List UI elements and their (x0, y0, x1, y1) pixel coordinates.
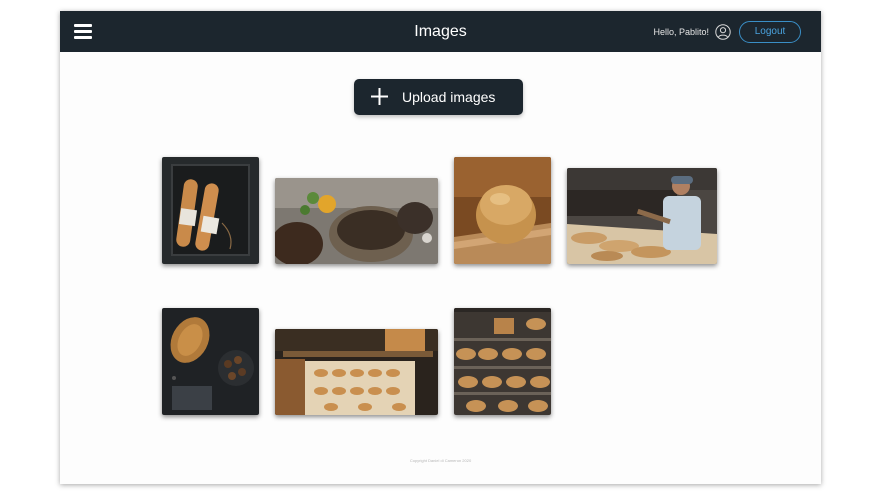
gallery-image-baker[interactable] (567, 168, 717, 264)
plus-icon (371, 88, 388, 105)
upload-images-label: Upload images (402, 89, 496, 105)
upload-images-button[interactable]: Upload images (354, 79, 523, 115)
user-circle-icon[interactable] (715, 24, 731, 40)
gallery-image-bakery-display[interactable] (275, 329, 438, 415)
copyright-footer: Copyright Daniel di Cameron 2020 (409, 458, 472, 463)
gallery-image-sourdough[interactable] (275, 178, 438, 264)
top-navigation-bar: Images Hello, Pablito! Logout (60, 11, 821, 52)
user-greeting: Hello, Pablito! (653, 27, 709, 37)
app-window: Images Hello, Pablito! Logout Upload ima… (60, 11, 821, 484)
hamburger-menu-icon[interactable] (74, 24, 92, 40)
logout-button[interactable]: Logout (739, 21, 801, 43)
gallery-image-baguettes[interactable] (162, 157, 259, 264)
gallery-image-loaf[interactable] (454, 157, 551, 264)
gallery-image-bread-chocolates[interactable] (162, 308, 259, 415)
gallery-image-bread-shelves[interactable] (454, 308, 551, 415)
